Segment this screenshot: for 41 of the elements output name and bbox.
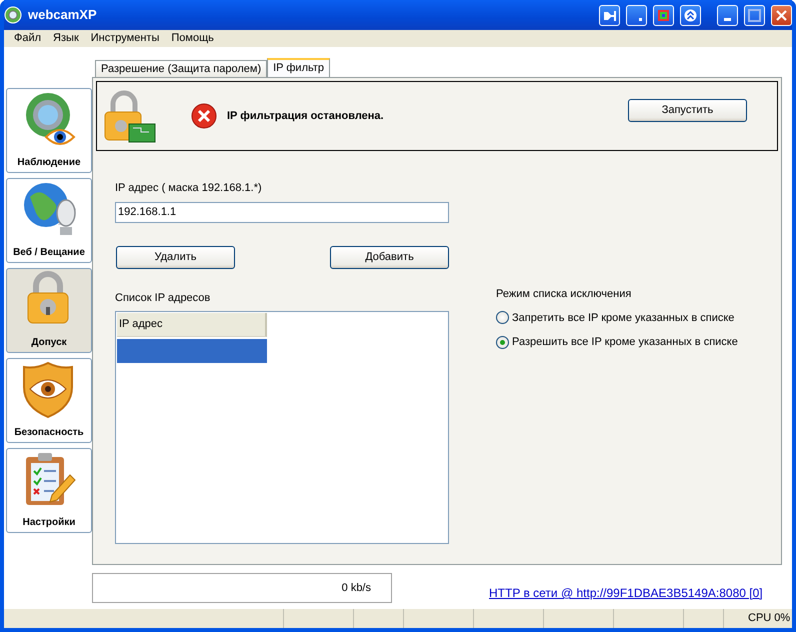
sidebar-item[interactable]: Безопасность [6, 358, 92, 443]
add-button[interactable]: Добавить [330, 246, 449, 268]
maximize-icon [748, 8, 761, 22]
list-label: Список IP адресов [115, 290, 212, 306]
tab[interactable]: IP фильтр [267, 58, 330, 77]
title-bar-button[interactable] [626, 4, 647, 26]
radio-label[interactable]: Запретить все IP кроме указанных в списке [512, 310, 734, 326]
tab[interactable]: Разрешение (Защита паролем) [95, 60, 268, 77]
ip-address-field[interactable]: 192.168.1.1 [115, 202, 449, 222]
sidebar-item[interactable]: Наблюдение [6, 88, 92, 173]
sidebar-item[interactable]: Допуск [6, 268, 92, 353]
start-button[interactable]: Запустить [628, 98, 747, 122]
delete-button[interactable]: Удалить [116, 246, 235, 268]
sidebar-item[interactable]: Настройки [6, 448, 92, 533]
close-button[interactable] [771, 4, 792, 26]
column-header[interactable]: IP адрес [117, 313, 267, 337]
maximize-button[interactable] [744, 4, 765, 26]
title-bar-button[interactable] [653, 4, 674, 26]
sidebar-item[interactable]: Веб / Вещание [6, 178, 92, 263]
app-icon [4, 6, 22, 24]
field-label: IP адрес ( маска 192.168.1.*) [115, 181, 263, 196]
title-bar-button[interactable] [680, 4, 701, 26]
menu-item[interactable]: Помощь [165, 30, 220, 47]
status-message: IP фильтрация остановлена. [227, 108, 384, 124]
radio-button[interactable] [496, 336, 509, 349]
mode-label: Режим списка исключения [496, 287, 632, 302]
minimize-icon [724, 18, 731, 20]
ip-list[interactable]: IP адрес [115, 311, 449, 544]
window-title: webcamXP [28, 6, 97, 24]
radio-label[interactable]: Разрешить все IP кроме указанных в списке [512, 334, 738, 350]
menu-item[interactable]: Файл [8, 30, 48, 47]
minimize-button[interactable] [717, 4, 738, 26]
http-status-link[interactable]: HTTP в сети @ http://99F1DBAE3B5149A:8080 [0] [489, 584, 763, 602]
speed-value: 0 kb/s [342, 580, 371, 596]
error-icon [191, 103, 217, 129]
radio-button[interactable] [496, 311, 509, 324]
title-bar-button[interactable] [599, 4, 620, 26]
menu-item[interactable]: Язык [47, 30, 85, 47]
menu-item[interactable]: Инструменты [84, 30, 166, 47]
cpu-usage: CPU 0% [748, 611, 790, 626]
close-icon [776, 10, 787, 20]
